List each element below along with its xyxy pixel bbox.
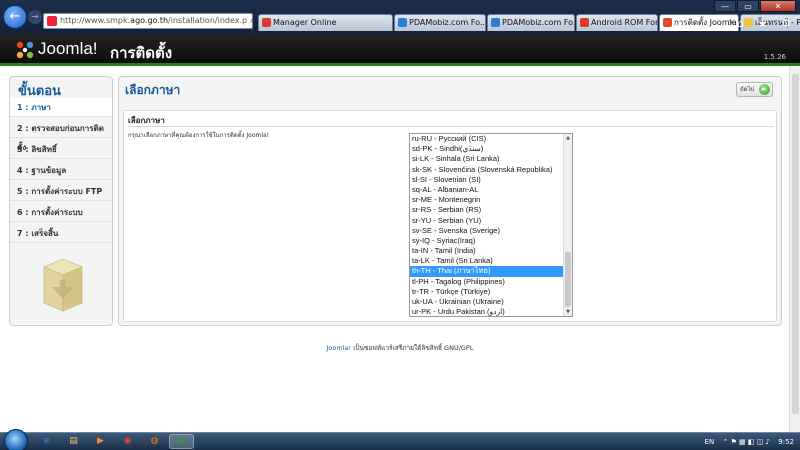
browser-tab[interactable]: PDAMobiz.com Fo... (394, 14, 486, 31)
joomla-header: Joomla! การติดตั้ง 1.5.26 (0, 34, 800, 66)
step-item: 3 : ลิขสิทธิ์ (10, 140, 112, 159)
language-options: ru-RU - Русский (CIS) sd-PK - Sindhi(سنڌي… (410, 134, 572, 316)
language-option[interactable]: sr-RS - Serbian (RS) (410, 205, 572, 215)
browser-tab[interactable]: Manager Online (258, 14, 393, 31)
joomla-link[interactable]: Joomla! (327, 344, 352, 352)
language-option[interactable]: sy-IQ - Syriac(Iraq) (410, 236, 572, 246)
next-button[interactable]: ถัดไป ► (736, 82, 773, 97)
language-option[interactable]: tr-TR - Türkçe (Türkiye) (410, 287, 572, 297)
joomla-logo-icon (16, 41, 34, 59)
joomla-logo-text: Joomla! (38, 39, 98, 58)
tab-close-icon[interactable]: × (728, 15, 735, 30)
tab-label: Android ROM For ... (591, 18, 658, 27)
taskbar-app-explorer-icon[interactable]: ▤ (61, 434, 86, 449)
tab-favicon-icon (262, 18, 271, 27)
forward-button[interactable]: → (28, 10, 42, 24)
tab-favicon-icon (398, 18, 407, 27)
clock[interactable]: 9:52 (778, 438, 794, 446)
language-option[interactable]: th-TH - Thai (ภาษาไทย) (410, 266, 572, 277)
address-bar[interactable]: http://www.smpk.ago.go.th/installation/i… (43, 13, 257, 62)
section-divider (128, 126, 774, 127)
tab-favicon-icon (491, 18, 500, 27)
toolbar-icons[interactable]: ⌂ ★ ⚙ (737, 17, 796, 30)
scroll-up-icon[interactable]: ▲ (564, 134, 572, 142)
step-item: 2 : ตรวจสอบก่อนการติดตั้ง (10, 119, 112, 152)
main-panel: เลือกภาษา ถัดไป ► เลือกภาษา กรุณาเลือกภา… (118, 76, 782, 326)
language-section: เลือกภาษา กรุณาเลือกภาษาที่คุณต้องการใช้… (123, 110, 777, 322)
steps-sidebar: ขั้นตอน 1 : ภาษา 2 : ตรวจสอบก่อนการติดตั้… (9, 76, 113, 326)
footer-text: เป็นซอฟท์แวร์เสรีภายใต้ลิขสิทธิ์ GNU/GPL (351, 344, 474, 352)
browser-tab[interactable]: Android ROM For ... (576, 14, 658, 31)
tab-label: PDAMobiz.com Fo... (409, 18, 486, 27)
language-option[interactable]: sr-YU - Serbian (YU) (410, 216, 572, 226)
tab-favicon-icon (580, 18, 589, 27)
language-list-scrollbar[interactable]: ▲ ▼ (563, 134, 572, 316)
browser-chrome: ← → http://www.smpk.ago.go.th/installati… (0, 0, 800, 62)
next-label: ถัดไป (740, 86, 755, 93)
language-option[interactable]: sl-SI - Slovenian (SI) (410, 175, 572, 185)
minimize-button[interactable]: — (714, 0, 736, 12)
language-indicator[interactable]: EN (705, 438, 715, 446)
tray-icons[interactable]: ⌃ ⚑ ▦ ◧ ◫ ♪ (722, 438, 770, 446)
language-option[interactable]: ta-IN - Tamil (India) (410, 246, 572, 256)
close-button[interactable]: ✕ (760, 0, 796, 12)
language-listbox[interactable]: ru-RU - Русский (CIS) sd-PK - Sindhi(سنڌي… (409, 133, 573, 317)
next-arrow-icon: ► (759, 84, 770, 95)
browser-tab[interactable]: PDAMobiz.com Fo... (487, 14, 575, 31)
tab-label: Manager Online (273, 18, 337, 27)
language-option[interactable]: sr-ME - Montenegrin (410, 195, 572, 205)
language-option[interactable]: sk-SK - Slovenčina (Slovenská Republika) (410, 165, 572, 175)
back-arrow-icon: ← (9, 9, 21, 24)
language-option[interactable]: ru-RU - Русский (CIS) (410, 134, 572, 144)
footer: Joomla! เป็นซอฟท์แวร์เสรีภายใต้ลิขสิทธิ์… (0, 343, 800, 353)
page-scroll-thumb[interactable] (792, 74, 799, 414)
taskbar-app-chrome-icon[interactable]: ◉ (115, 434, 140, 449)
main-title: เลือกภาษา (125, 83, 181, 97)
system-tray: EN ⌃ ⚑ ▦ ◧ ◫ ♪ 9:52 (699, 435, 794, 449)
start-button[interactable] (4, 429, 28, 450)
address-url: http://www.smpk.ago.go.th/installation/i… (60, 16, 248, 25)
step-item: 5 : การตั้งค่าระบบ FTP (10, 182, 112, 201)
page-scrollbar[interactable] (789, 66, 800, 432)
joomla-favicon-icon (47, 16, 57, 26)
step-item: 4 : ฐานข้อมูล (10, 161, 112, 180)
tab-label: PDAMobiz.com Fo... (502, 18, 575, 27)
step-item: 6 : การตั้งค่าระบบ (10, 203, 112, 222)
maximize-button[interactable]: ▭ (737, 0, 759, 12)
taskbar-app-firefox-icon[interactable]: ◍ (142, 434, 167, 449)
language-option[interactable]: uk-UA - Ukrainian (Ukraine) (410, 297, 572, 307)
page-title: การติดตั้ง (110, 44, 173, 62)
language-option[interactable]: sd-PK - Sindhi(سنڌي) (410, 144, 572, 154)
language-option[interactable]: ur-PK - Urdu Pakistan (اردو) (410, 307, 572, 316)
taskbar: e ▤ ▶ ◉ ◍ ✚ EN ⌃ ⚑ ▦ ◧ ◫ ♪ 9:52 (0, 429, 800, 450)
language-option[interactable]: tl-PH - Tagalog (Philippines) (410, 277, 572, 287)
instruction-text: กรุณาเลือกภาษาที่คุณต้องการใช้ในการติดตั… (128, 132, 270, 139)
step-item: 1 : ภาษา (10, 98, 112, 117)
version-label: 1.5.26 (763, 53, 786, 61)
language-option[interactable]: ta-LK - Tamil (Sri Lanka) (410, 256, 572, 266)
language-option[interactable]: si-LK - Sinhala (Sri Lanka) (410, 154, 572, 164)
taskbar-app-app-icon[interactable]: ✚ (169, 434, 194, 449)
step-item: 7 : เสร็จสิ้น (10, 224, 112, 243)
taskbar-app-media-player-icon[interactable]: ▶ (88, 434, 113, 449)
scroll-down-icon[interactable]: ▼ (564, 308, 572, 316)
taskbar-app-ie-icon[interactable]: e (34, 434, 59, 449)
tab-favicon-icon (663, 18, 672, 27)
window-controls: — ▭ ✕ (713, 0, 796, 12)
language-option[interactable]: sv-SE - Svenska (Sverige) (410, 226, 572, 236)
browser-tab[interactable]: การติดตั้ง Joomla! × (659, 14, 739, 31)
language-option[interactable]: sq-AL - Albanian-AL (410, 185, 572, 195)
scroll-thumb[interactable] (565, 252, 571, 307)
forward-arrow-icon: → (31, 12, 39, 21)
install-box-icon (42, 258, 84, 312)
back-button[interactable]: ← (3, 5, 27, 29)
